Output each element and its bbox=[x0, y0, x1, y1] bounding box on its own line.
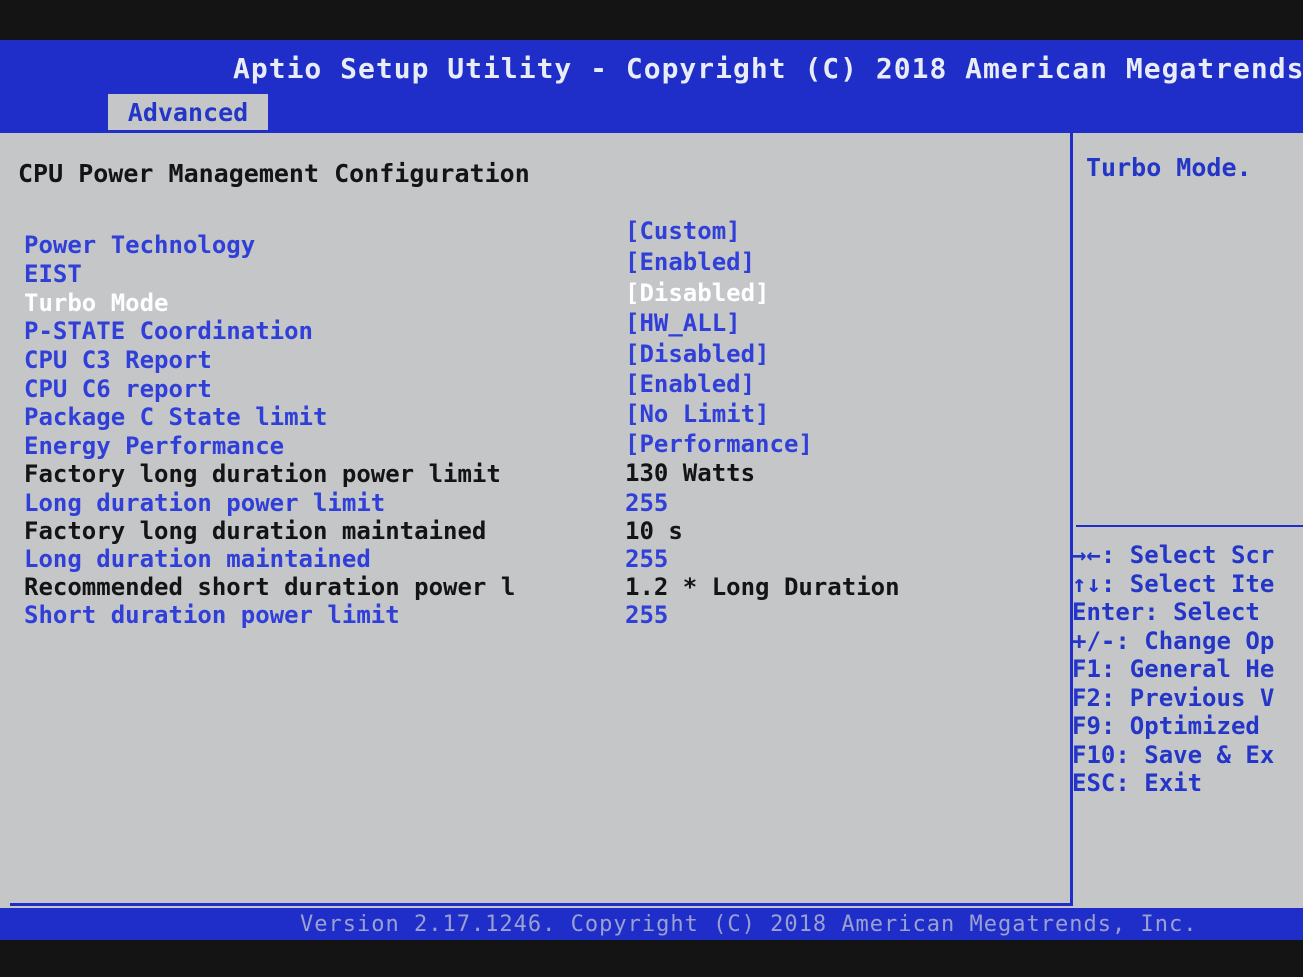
setting-value: 130 Watts bbox=[625, 459, 756, 487]
setting-eist[interactable]: EIST [Enabled] bbox=[24, 248, 1044, 288]
key-hint: F10: Save & Ex bbox=[1072, 740, 1275, 769]
setting-label: P-STATE Coordination bbox=[24, 317, 313, 345]
key-hint: Enter: Select bbox=[1072, 598, 1260, 626]
setting-value: 255 bbox=[625, 601, 669, 629]
tab-advanced[interactable]: Advanced bbox=[108, 94, 268, 130]
setting-label: Factory long duration power limit bbox=[24, 460, 501, 488]
key-hint: ESC: Exit bbox=[1072, 769, 1203, 797]
setting-value: 255 bbox=[625, 545, 669, 573]
key-legend: →←: Select Scr ↑↓: Select Ite Enter: Sel… bbox=[1072, 541, 1303, 798]
settings-panel: CPU Power Management Configuration Power… bbox=[10, 133, 1073, 906]
key-hint: F1: General He bbox=[1072, 655, 1275, 683]
setting-label: Recommended short duration power l bbox=[24, 573, 516, 601]
setting-p-state-coordination[interactable]: P-STATE Coordination [HW_ALL] bbox=[24, 309, 1044, 345]
help-divider bbox=[1076, 525, 1303, 527]
setting-value: [Disabled] bbox=[625, 279, 770, 307]
setting-value: [Performance] bbox=[625, 430, 813, 458]
help-title: Turbo Mode. bbox=[1086, 153, 1252, 182]
setting-long-duration-maintained[interactable]: Long duration maintained 255 bbox=[24, 545, 1044, 573]
setting-power-technology[interactable]: Power Technology [Custom] bbox=[24, 217, 1044, 259]
setting-label: Long duration power limit bbox=[24, 489, 386, 517]
setting-turbo-mode[interactable]: Turbo Mode [Disabled] bbox=[24, 279, 1044, 317]
setting-value: 255 bbox=[625, 489, 669, 517]
setting-value: 10 s bbox=[625, 517, 683, 545]
setting-value: [No Limit] bbox=[625, 400, 770, 428]
setting-value: 1.2 * Long Duration bbox=[625, 573, 900, 601]
key-hint: F2: Previous V bbox=[1072, 683, 1275, 712]
setting-label: Package C State limit bbox=[24, 403, 328, 431]
setting-label: Power Technology bbox=[24, 231, 256, 259]
title-bar: Aptio Setup Utility - Copyright (C) 2018… bbox=[0, 44, 1303, 94]
key-hint: +/-: Change Op bbox=[1072, 626, 1275, 655]
setting-value: [HW_ALL] bbox=[625, 309, 741, 337]
setting-label: EIST bbox=[24, 260, 82, 288]
setting-label: Turbo Mode bbox=[24, 289, 169, 317]
key-hint: F9: Optimized bbox=[1072, 712, 1260, 740]
bios-screen: Aptio Setup Utility - Copyright (C) 2018… bbox=[0, 40, 1303, 940]
setting-value: [Disabled] bbox=[625, 340, 770, 368]
setting-label: Factory long duration maintained bbox=[24, 517, 487, 545]
setting-value: [Enabled] bbox=[625, 370, 756, 398]
setting-label: Short duration power limit bbox=[24, 601, 400, 629]
setting-value: [Enabled] bbox=[625, 248, 756, 276]
page-title: CPU Power Management Configuration bbox=[18, 159, 530, 188]
setting-energy-performance[interactable]: Energy Performance [Performance] bbox=[24, 430, 1044, 460]
main-area: CPU Power Management Configuration Power… bbox=[0, 130, 1303, 911]
setting-label: Long duration maintained bbox=[24, 545, 371, 573]
setting-short-duration-power-limit[interactable]: Short duration power limit 255 bbox=[24, 601, 1044, 629]
setting-label: Energy Performance bbox=[24, 432, 285, 460]
setting-package-c-state-limit[interactable]: Package C State limit [No Limit] bbox=[24, 400, 1044, 431]
setting-value: [Custom] bbox=[625, 217, 741, 245]
setting-label: CPU C3 Report bbox=[24, 346, 212, 374]
setting-recommended-short-duration-power: Recommended short duration power l 1.2 *… bbox=[24, 573, 1044, 601]
setting-factory-long-duration-maintained: Factory long duration maintained 10 s bbox=[24, 517, 1044, 545]
version-text: Version 2.17.1246. Copyright (C) 2018 Am… bbox=[300, 912, 1198, 937]
key-hint: ↑↓: Select Ite bbox=[1072, 569, 1275, 598]
setting-cpu-c6-report[interactable]: CPU C6 report [Enabled] bbox=[24, 370, 1044, 403]
footer-bar: Version 2.17.1246. Copyright (C) 2018 Am… bbox=[0, 908, 1303, 940]
setting-factory-long-duration-power-limit: Factory long duration power limit 130 Wa… bbox=[24, 459, 1044, 488]
key-hint: →←: Select Scr bbox=[1072, 541, 1275, 569]
setting-label: CPU C6 report bbox=[24, 375, 212, 403]
app-title: Aptio Setup Utility - Copyright (C) 2018… bbox=[233, 52, 1303, 85]
help-panel: Turbo Mode. →←: Select Scr ↑↓: Select It… bbox=[1072, 133, 1303, 903]
setting-cpu-c3-report[interactable]: CPU C3 Report [Disabled] bbox=[24, 340, 1044, 374]
setting-long-duration-power-limit[interactable]: Long duration power limit 255 bbox=[24, 489, 1044, 517]
